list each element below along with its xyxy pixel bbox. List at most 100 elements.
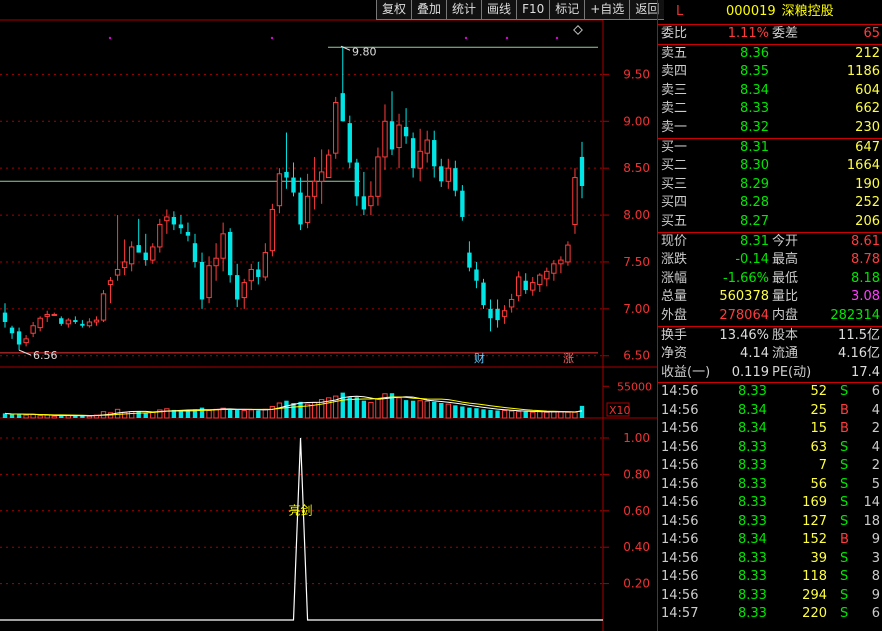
bid-price: 8.31 <box>740 139 769 155</box>
volume-bar-up <box>445 403 451 419</box>
candle-body-up <box>37 317 43 329</box>
stat-value: 282314 <box>830 307 880 323</box>
tick-count: 4 <box>871 439 880 455</box>
kline-chart[interactable]: 9.50 9.00 8.50 8.00 7.50 7.00 6.50 9.80 6.56 财 涨 55… <box>0 0 657 631</box>
volume-bar-down <box>361 400 367 418</box>
ask-volume: 230 <box>855 119 880 135</box>
price-tick-label: 8.50 <box>623 161 650 175</box>
toolbar-button-3[interactable]: 画线 <box>481 0 517 20</box>
toolbar-button-0[interactable]: 复权 <box>376 0 412 20</box>
tick-row: 14:56 8.33 7 S 2 <box>658 457 882 476</box>
diamond-marker <box>573 25 583 35</box>
volume-bar-down <box>403 400 409 418</box>
volume-bar-down <box>340 392 345 418</box>
candle-body-up <box>241 282 247 299</box>
candle-body-down <box>178 224 184 229</box>
volume-bar-up <box>508 410 515 419</box>
candle-body-up <box>269 208 276 252</box>
tick-price: 8.33 <box>738 439 767 455</box>
ask-volume: 604 <box>855 82 880 98</box>
tick-time: 14:56 <box>661 495 699 511</box>
candle-body-up <box>551 263 557 274</box>
stat-label: 今开 <box>772 233 799 249</box>
volume-bar-down <box>143 412 148 418</box>
candle-body-up <box>424 139 430 154</box>
volume-bar-up <box>128 411 135 419</box>
candle-body-down <box>361 196 367 210</box>
toolbar-button-4[interactable]: F10 <box>516 0 550 20</box>
candle-body-down <box>432 140 437 167</box>
bid-price: 8.30 <box>740 158 769 174</box>
bid-book: 买一 8.31 647 买二 8.30 1664 买三 8.29 190 买四 8.28 252 买五 8… <box>658 137 882 232</box>
stat-label: 外盘 <box>661 307 688 323</box>
toolbar-button-6[interactable]: +自选 <box>584 0 630 20</box>
candle-body-up <box>333 102 339 154</box>
volume-bar-up <box>530 411 536 419</box>
candle-body-up <box>544 270 550 280</box>
volume-bar-down <box>256 410 261 418</box>
ask-row: 卖三 8.34 604 <box>658 82 882 101</box>
candle-body-down <box>410 138 416 169</box>
price-tick-label: 8.00 <box>623 208 650 222</box>
tick-volume: 220 <box>802 606 827 622</box>
candle-body-up <box>220 233 226 259</box>
candle-body-up <box>213 257 219 267</box>
candle-body-up <box>368 195 374 207</box>
tick-row: 14:56 8.33 127 S 18 <box>658 513 882 532</box>
finance-value: 11.5亿 <box>838 327 880 343</box>
price-tick-label: 7.00 <box>623 302 650 316</box>
tick-volume: 118 <box>802 569 827 585</box>
candle-body-up <box>558 259 564 265</box>
candle-body-down <box>136 245 141 253</box>
candle-body-up <box>93 319 100 323</box>
candle-body-down <box>389 121 395 150</box>
bid-label: 买五 <box>661 213 688 229</box>
volume-bar-down <box>136 411 141 418</box>
tick-volume: 25 <box>810 402 827 418</box>
finance-value: 13.46% <box>719 327 769 343</box>
volume-bar-down <box>481 409 486 418</box>
stat-value: 8.18 <box>851 270 880 286</box>
candle-body-down <box>185 231 191 236</box>
volume-bar-up <box>276 402 283 419</box>
tick-list[interactable]: 14:56 8.33 52 S 6 14:56 8.34 25 B 4 14:56 8.34 15 B 2 1… <box>658 382 882 624</box>
weicha-label: 委差 <box>772 26 799 41</box>
volume-bar-up <box>44 414 50 419</box>
candle-body-up <box>128 246 135 265</box>
tick-time: 14:56 <box>661 513 699 529</box>
tick-row: 14:56 8.34 152 B 9 <box>658 531 882 550</box>
volume-bar-up <box>515 411 522 419</box>
candle-body-down <box>460 190 465 217</box>
candle-body-up <box>248 268 254 282</box>
bid-price: 8.28 <box>740 195 769 211</box>
candle-body-down <box>2 312 8 322</box>
candle-body-up <box>114 268 121 276</box>
finance-value: 17.4 <box>851 364 880 380</box>
volume-bar-down <box>439 403 444 418</box>
ask-volume: 212 <box>855 45 880 61</box>
candle-body-down <box>80 323 85 326</box>
candle-body-down <box>59 318 64 324</box>
toolbar-button-5[interactable]: 标记 <box>549 0 585 20</box>
market-badge: L <box>676 4 684 19</box>
volume-bar-up <box>206 410 212 419</box>
ask-volume: 1186 <box>846 64 880 80</box>
ask-book: 卖五 8.36 212 卖四 8.35 1186 卖三 8.34 604 卖二 8.33 662 卖一 8… <box>658 43 882 138</box>
toolbar-button-2[interactable]: 统计 <box>446 0 482 20</box>
candle-body-down <box>488 308 493 319</box>
tick-side: S <box>840 476 849 492</box>
volume-bar-down <box>495 410 500 418</box>
finance-row: 收益(一) 0.119 PE(动) 17.4 <box>658 364 882 383</box>
finance-value: 0.119 <box>731 364 769 380</box>
stat-value: 3.08 <box>851 289 880 305</box>
candle-body-up <box>515 276 522 297</box>
volume-bar-up <box>537 411 543 419</box>
volume-bar-up <box>248 409 254 419</box>
event-label-limit: 涨 <box>563 352 574 365</box>
indicator-tick-label: 0.20 <box>623 577 650 591</box>
volume-bar-down <box>298 401 303 418</box>
stat-value: -0.14 <box>735 252 769 268</box>
bid-volume: 190 <box>855 176 880 192</box>
finance-label: 净资 <box>661 346 688 362</box>
toolbar-button-1[interactable]: 叠加 <box>411 0 447 20</box>
